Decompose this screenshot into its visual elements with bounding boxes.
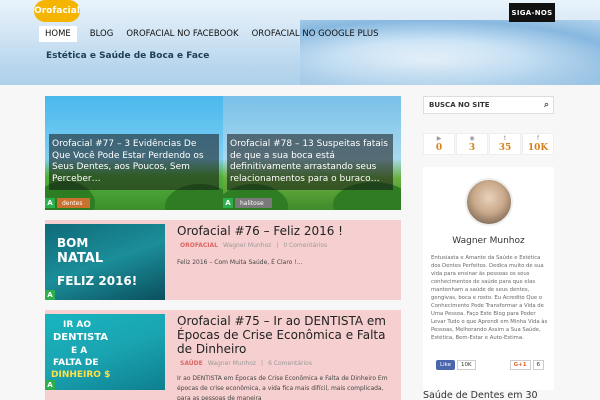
social-counters: ▶ 0 ◉ 3 t 35 f 10K bbox=[423, 133, 554, 155]
nav-item-google-plus[interactable]: OROFACIAL NO GOOGLE PLUS bbox=[252, 29, 379, 39]
post-category[interactable]: SAÚDE bbox=[180, 360, 203, 367]
post-excerpt: Feliz 2016 – Com Muita Saúde, É Claro !… bbox=[177, 259, 303, 266]
like-count: 10K bbox=[456, 360, 476, 370]
thumb-text: FALTA DE bbox=[53, 358, 99, 368]
thumb-text: E A bbox=[71, 346, 88, 356]
gplus-count: 6 bbox=[532, 360, 545, 370]
nav-item-facebook[interactable]: OROFACIAL NO FACEBOOK bbox=[126, 29, 238, 39]
gplus-label: G+1 bbox=[509, 360, 531, 370]
facebook-icon: f bbox=[536, 135, 540, 142]
author-badge-icon: A bbox=[45, 290, 55, 300]
author-name[interactable]: Wagner Munhoz bbox=[423, 236, 554, 246]
rss-icon: ◉ bbox=[469, 135, 475, 142]
twitter-counter[interactable]: t 35 bbox=[489, 133, 521, 155]
facebook-counter[interactable]: f 10K bbox=[522, 133, 554, 155]
slide-tag-label[interactable]: dentes bbox=[57, 198, 91, 208]
author-badge-icon: A bbox=[45, 198, 55, 208]
search-input[interactable]: BUSCA NO SITE ⌕ bbox=[423, 96, 554, 114]
youtube-icon: ▶ bbox=[436, 135, 442, 142]
slide-item[interactable]: Orofacial #77 – 3 Evidências De Que Você… bbox=[45, 96, 223, 210]
post-thumbnail[interactable]: BOM NATAL FELIZ 2016! A bbox=[45, 224, 165, 300]
main-nav: HOME BLOG OROFACIAL NO FACEBOOK OROFACIA… bbox=[39, 25, 392, 42]
post-thumbnail[interactable]: IR AO DENTISTA E A FALTA DE DINHEIRO $ A bbox=[45, 314, 165, 390]
google-plus-button[interactable]: G+1 6 bbox=[509, 360, 545, 370]
post-meta: SAÚDE Wagner Munhoz | 6 Comentários bbox=[180, 360, 312, 367]
facebook-like-button[interactable]: Like 10K bbox=[436, 360, 476, 370]
site-header: Orofacial SIGA-NOS HOME BLOG OROFACIAL N… bbox=[0, 0, 600, 85]
post-excerpt: Ir ao DENTISTA em Épocas de Crise Econôm… bbox=[177, 375, 388, 400]
slide-tag: A halitose bbox=[223, 198, 272, 208]
page: Orofacial SIGA-NOS HOME BLOG OROFACIAL N… bbox=[0, 0, 600, 400]
rss-counter[interactable]: ◉ 3 bbox=[456, 133, 488, 155]
thumb-text: BOM bbox=[57, 236, 89, 250]
logo-text: Orofacial bbox=[34, 6, 80, 16]
author-bio: Entusiasta e Amante da Saúde e Estética … bbox=[431, 255, 548, 341]
nav-item-blog[interactable]: BLOG bbox=[90, 29, 114, 39]
author-badge-icon: A bbox=[223, 198, 233, 208]
thumb-text: IR AO bbox=[63, 320, 92, 330]
slide-item[interactable]: Orofacial #78 – 13 Suspeitas fatais de q… bbox=[223, 96, 401, 210]
slide-tag: A dentes bbox=[45, 198, 91, 208]
site-logo[interactable]: Orofacial bbox=[34, 0, 80, 22]
post-comments[interactable]: 6 Comentários bbox=[268, 360, 312, 367]
site-tagline: Estética e Saúde de Boca e Face bbox=[46, 51, 210, 61]
social-count: 35 bbox=[498, 143, 512, 153]
avatar bbox=[465, 178, 513, 226]
header-water-bg bbox=[0, 40, 600, 85]
thumb-text: DINHEIRO $ bbox=[51, 370, 111, 380]
post-comments[interactable]: 0 Comentários bbox=[283, 242, 327, 249]
author-badge-icon: A bbox=[45, 380, 55, 390]
social-count: 3 bbox=[468, 143, 476, 153]
like-label: Like bbox=[436, 360, 455, 370]
author-widget: Wagner Munhoz Entusiasta e Amante da Saú… bbox=[423, 167, 554, 390]
thumb-text: NATAL bbox=[57, 251, 104, 266]
search-icon[interactable]: ⌕ bbox=[544, 100, 549, 110]
thumb-text: DENTISTA bbox=[53, 332, 109, 343]
post-title[interactable]: Orofacial #75 – Ir ao DENTISTA em Épocas… bbox=[177, 314, 397, 356]
post-title[interactable]: Orofacial #76 – Feliz 2016 ! bbox=[177, 224, 397, 238]
thumb-text: FELIZ 2016! bbox=[57, 274, 138, 288]
post-card: IR AO DENTISTA E A FALTA DE DINHEIRO $ A… bbox=[45, 310, 401, 400]
follow-button[interactable]: SIGA-NOS bbox=[509, 3, 555, 22]
widget-title: Saúde de Dentes em 30 bbox=[423, 390, 538, 400]
slide-tag-label[interactable]: halitose bbox=[235, 198, 272, 208]
social-share-row: Like 10K G+1 6 bbox=[436, 360, 545, 370]
post-meta: OROFACIAL Wagner Munhoz | 0 Comentários bbox=[180, 242, 328, 249]
featured-slider: Orofacial #77 – 3 Evidências De Que Você… bbox=[45, 96, 401, 210]
slide-title[interactable]: Orofacial #78 – 13 Suspeitas fatais de q… bbox=[227, 134, 393, 190]
youtube-counter[interactable]: ▶ 0 bbox=[423, 133, 455, 155]
post-author[interactable]: Wagner Munhoz bbox=[223, 242, 271, 249]
post-category[interactable]: OROFACIAL bbox=[180, 242, 218, 249]
nav-item-home[interactable]: HOME bbox=[39, 25, 77, 42]
social-count: 0 bbox=[435, 143, 443, 153]
twitter-icon: t bbox=[503, 135, 507, 142]
social-count: 10K bbox=[527, 143, 549, 153]
post-author[interactable]: Wagner Munhoz bbox=[208, 360, 256, 367]
search-placeholder: BUSCA NO SITE bbox=[429, 101, 490, 109]
post-card: BOM NATAL FELIZ 2016! A Orofacial #76 – … bbox=[45, 220, 401, 300]
slide-title[interactable]: Orofacial #77 – 3 Evidências De Que Você… bbox=[49, 134, 219, 190]
